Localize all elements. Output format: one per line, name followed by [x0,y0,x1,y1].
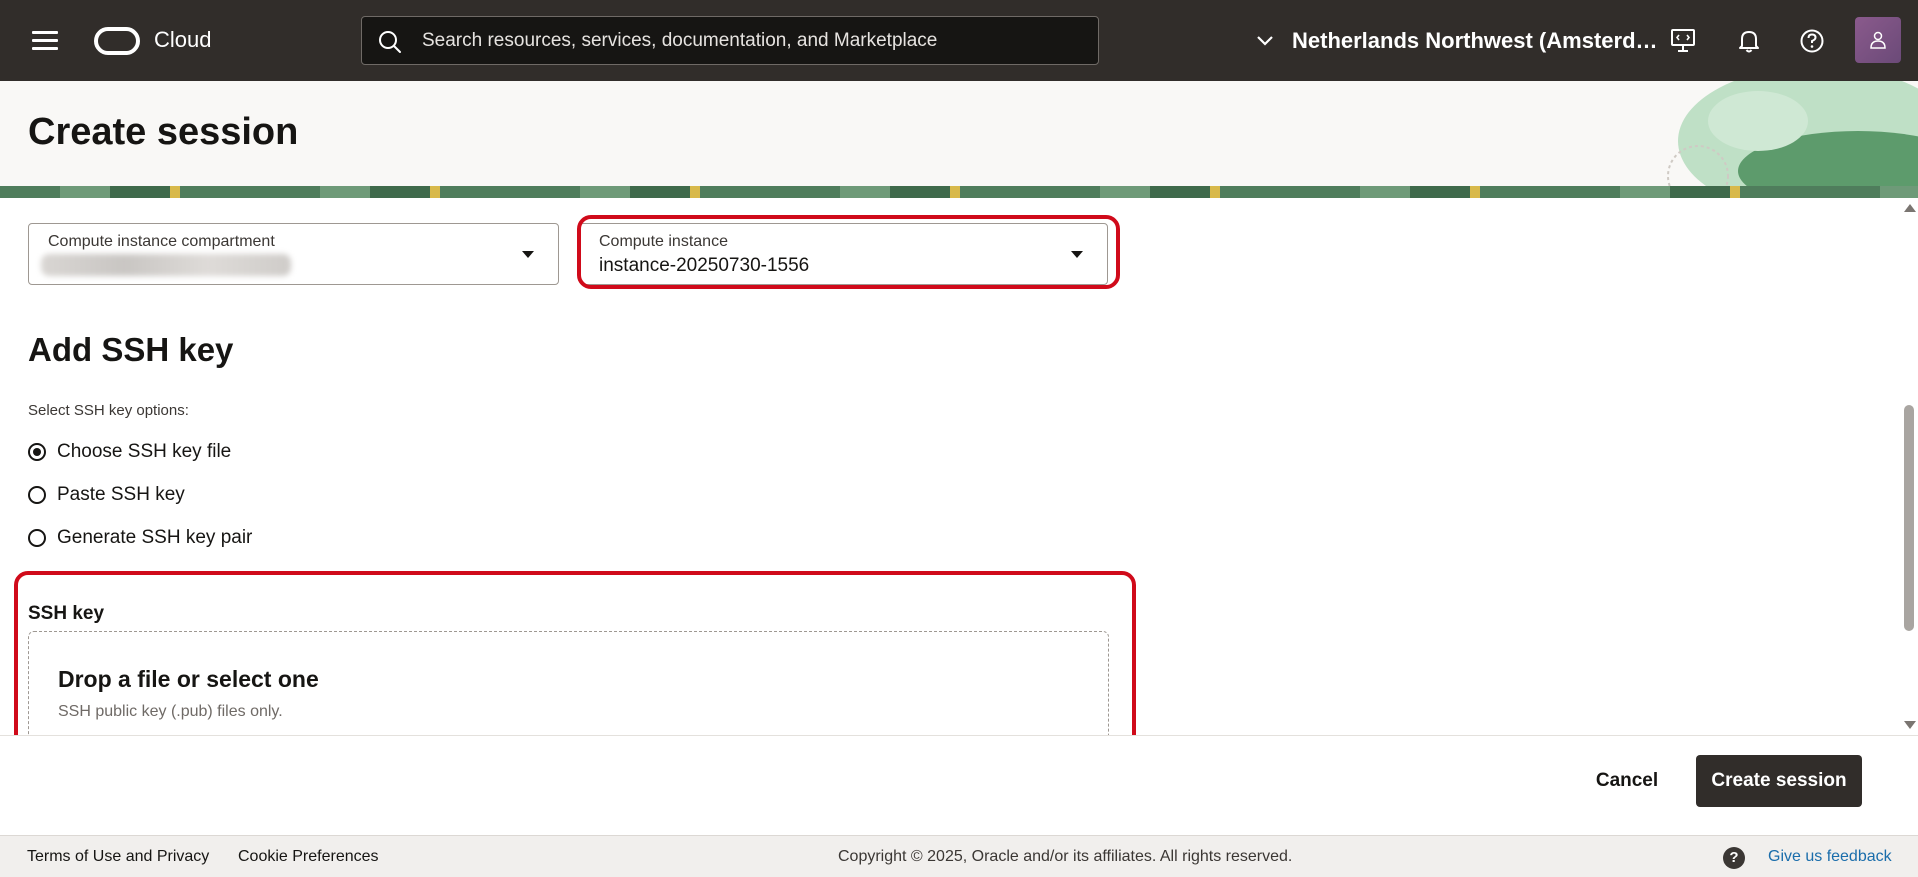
region-selector[interactable]: Netherlands Northwest (Amsterdam) [1256,24,1662,58]
dropzone-title: Drop a file or select one [58,666,319,692]
ssh-options-label: Select SSH key options: [28,402,189,419]
page-footer: Terms of Use and Privacy Cookie Preferen… [0,835,1918,877]
bell-icon[interactable] [1734,26,1764,56]
radio-button[interactable] [28,443,46,461]
compute-instance-select[interactable]: Compute instance instance-20250730-1556 [579,223,1108,285]
page-header: Create session [0,81,1918,186]
hamburger-menu-icon[interactable] [32,31,58,51]
form-content: Compute instance compartment Compute ins… [0,198,1900,735]
dropzone-subtitle: SSH public key (.pub) files only. [58,703,283,720]
ssh-key-label: SSH key [28,603,105,624]
region-name: Netherlands Northwest (Amsterdam) [1292,28,1662,53]
radio-label: Choose SSH key file [57,441,232,462]
copyright-text: Copyright © 2025, Oracle and/or its affi… [838,848,1293,865]
action-bar: Cancel Create session [0,735,1918,835]
header-decoration [1667,81,1918,186]
search-input[interactable] [422,17,1082,64]
compartment-label: Compute instance compartment [48,233,275,250]
compartment-value-redacted [41,254,291,276]
radio-label: Generate SSH key pair [57,527,253,548]
radio-button[interactable] [28,529,46,547]
oracle-logo-icon[interactable] [94,27,140,55]
scroll-down-arrow-icon[interactable] [1904,721,1916,729]
compute-instance-label: Compute instance [599,233,728,250]
caret-down-icon [522,251,534,258]
scroll-up-arrow-icon[interactable] [1904,204,1916,212]
ssh-section-title: Add SSH key [28,331,234,368]
search-bar[interactable] [361,16,1099,65]
cancel-button[interactable]: Cancel [1568,755,1686,807]
user-avatar[interactable] [1855,17,1901,63]
radio-label: Paste SSH key [57,484,185,505]
terms-link[interactable]: Terms of Use and Privacy [27,848,209,866]
scrollbar[interactable] [1900,198,1918,735]
radio-button[interactable] [28,486,46,504]
compute-instance-value: instance-20250730-1556 [599,255,810,276]
page-title: Create session [28,111,299,153]
decorative-band [0,186,1918,198]
radio-generate-key-pair[interactable]: Generate SSH key pair [28,527,252,549]
help-icon[interactable] [1797,26,1827,56]
compartment-select[interactable]: Compute instance compartment [28,223,559,285]
caret-down-icon [1071,251,1083,258]
scrollbar-thumb[interactable] [1904,405,1914,631]
create-session-button[interactable]: Create session [1696,755,1862,807]
cloud-shell-icon[interactable] [1668,26,1698,56]
help-icon[interactable]: ? [1723,847,1745,869]
search-icon [379,31,401,53]
feedback-link[interactable]: Give us feedback [1768,848,1892,866]
ssh-key-dropzone[interactable]: Drop a file or select one SSH public key… [28,631,1109,735]
user-icon [1870,31,1886,49]
radio-paste-ssh-key[interactable]: Paste SSH key [28,484,185,506]
cookie-preferences-link[interactable]: Cookie Preferences [238,848,379,866]
chevron-down-icon [1257,36,1273,46]
brand-name[interactable]: Cloud [154,27,211,53]
radio-choose-ssh-file[interactable]: Choose SSH key file [28,441,231,463]
top-bar: Cloud Netherlands Northwest (Amsterdam) [0,0,1918,81]
